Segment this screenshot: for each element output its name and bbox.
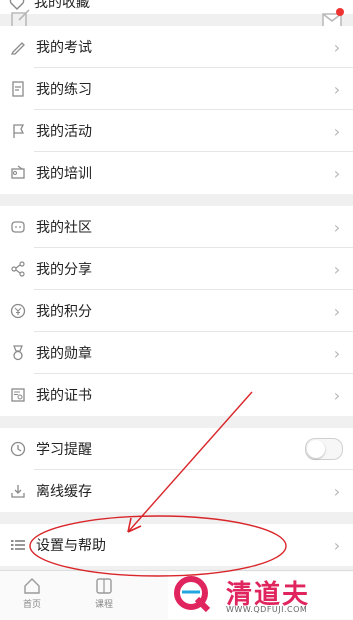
tab-home[interactable]: 首页: [12, 575, 52, 610]
menu-group-settings: 设置与帮助 ›: [0, 524, 353, 566]
chevron-right-icon: ›: [333, 217, 341, 237]
list-icon: [8, 535, 28, 555]
chevron-right-icon: ›: [333, 163, 341, 183]
profile-menu-page: 我的收藏 我的考试 › 我的练习 › 我的活动 › 我的培训 › 我的社区 › …: [0, 0, 353, 620]
chevron-right-icon: ›: [333, 535, 341, 555]
menu-group-learning: 我的考试 › 我的练习 › 我的活动 › 我的培训 ›: [0, 26, 353, 194]
menu-item-study-reminder: 学习提醒: [0, 428, 353, 470]
flag-icon: [8, 121, 28, 141]
menu-item-label: 离线缓存: [36, 484, 92, 500]
menu-item-label: 我的社区: [36, 220, 92, 236]
pencil-icon: [8, 37, 28, 57]
menu-item-medals[interactable]: 我的勋章 ›: [0, 332, 353, 374]
chevron-right-icon: ›: [333, 37, 341, 57]
menu-item-label: 我的考试: [36, 40, 92, 56]
menu-group-tools: 学习提醒 离线缓存 ›: [0, 428, 353, 512]
menu-item-practice[interactable]: 我的练习 ›: [0, 68, 353, 110]
watermark-url: WWW.QDFUJI.COM: [226, 605, 308, 614]
menu-item-label: 我的分享: [36, 262, 92, 278]
menu-item-offline-cache[interactable]: 离线缓存 ›: [0, 470, 353, 512]
menu-item-community[interactable]: 我的社区 ›: [0, 206, 353, 248]
chevron-right-icon: ›: [333, 301, 341, 321]
download-icon: [8, 481, 28, 501]
menu-item-settings-help[interactable]: 设置与帮助 ›: [0, 524, 353, 566]
certificate-icon: [8, 385, 28, 405]
menu-group-social: 我的社区 › 我的分享 › 我的积分 › 我的勋章 › 我的证书 ›: [0, 206, 353, 416]
presenter-icon: [8, 163, 28, 183]
menu-item-label: 我的勋章: [36, 346, 92, 362]
menu-item-training[interactable]: 我的培训 ›: [0, 152, 353, 194]
toggle-knob: [307, 440, 325, 458]
share-icon: [8, 259, 28, 279]
chevron-right-icon: ›: [333, 259, 341, 279]
chevron-right-icon: ›: [333, 481, 341, 501]
menu-item-label: 我的活动: [36, 124, 92, 140]
menu-item-label: 我的收藏: [34, 0, 90, 11]
unread-badge: [336, 8, 344, 16]
book-icon: [84, 575, 124, 597]
menu-item-label: 我的证书: [36, 388, 92, 404]
menu-item-share[interactable]: 我的分享 ›: [0, 248, 353, 290]
chevron-right-icon: ›: [333, 121, 341, 141]
menu-item-points[interactable]: 我的积分 ›: [0, 290, 353, 332]
document-icon: [8, 79, 28, 99]
medal-icon: [8, 343, 28, 363]
watermark-logo-icon: [172, 574, 214, 616]
clock-icon: [8, 439, 28, 459]
chevron-right-icon: ›: [333, 79, 341, 99]
menu-item-label: 我的积分: [36, 304, 92, 320]
menu-item-activity[interactable]: 我的活动 ›: [0, 110, 353, 152]
menu-item-label: 学习提醒: [36, 442, 92, 458]
menu-item-label: 我的练习: [36, 82, 92, 98]
chevron-right-icon: ›: [333, 343, 341, 363]
chevron-right-icon: ›: [333, 385, 341, 405]
menu-item-label: 设置与帮助: [36, 538, 106, 554]
tab-courses[interactable]: 课程: [84, 575, 124, 610]
menu-item-certificates[interactable]: 我的证书 ›: [0, 374, 353, 416]
menu-item-label: 我的培训: [36, 166, 92, 182]
home-icon: [12, 575, 52, 597]
tab-label: 课程: [94, 600, 113, 610]
reminder-toggle[interactable]: [305, 438, 343, 460]
watermark: 清道夫 WWW.QDFUJI.COM: [168, 572, 353, 619]
menu-item-exam[interactable]: 我的考试 ›: [0, 26, 353, 68]
tab-label: 首页: [22, 600, 41, 610]
menu-item-favorites[interactable]: 我的收藏: [0, 0, 353, 14]
coin-icon: [8, 301, 28, 321]
chat-icon: [8, 217, 28, 237]
